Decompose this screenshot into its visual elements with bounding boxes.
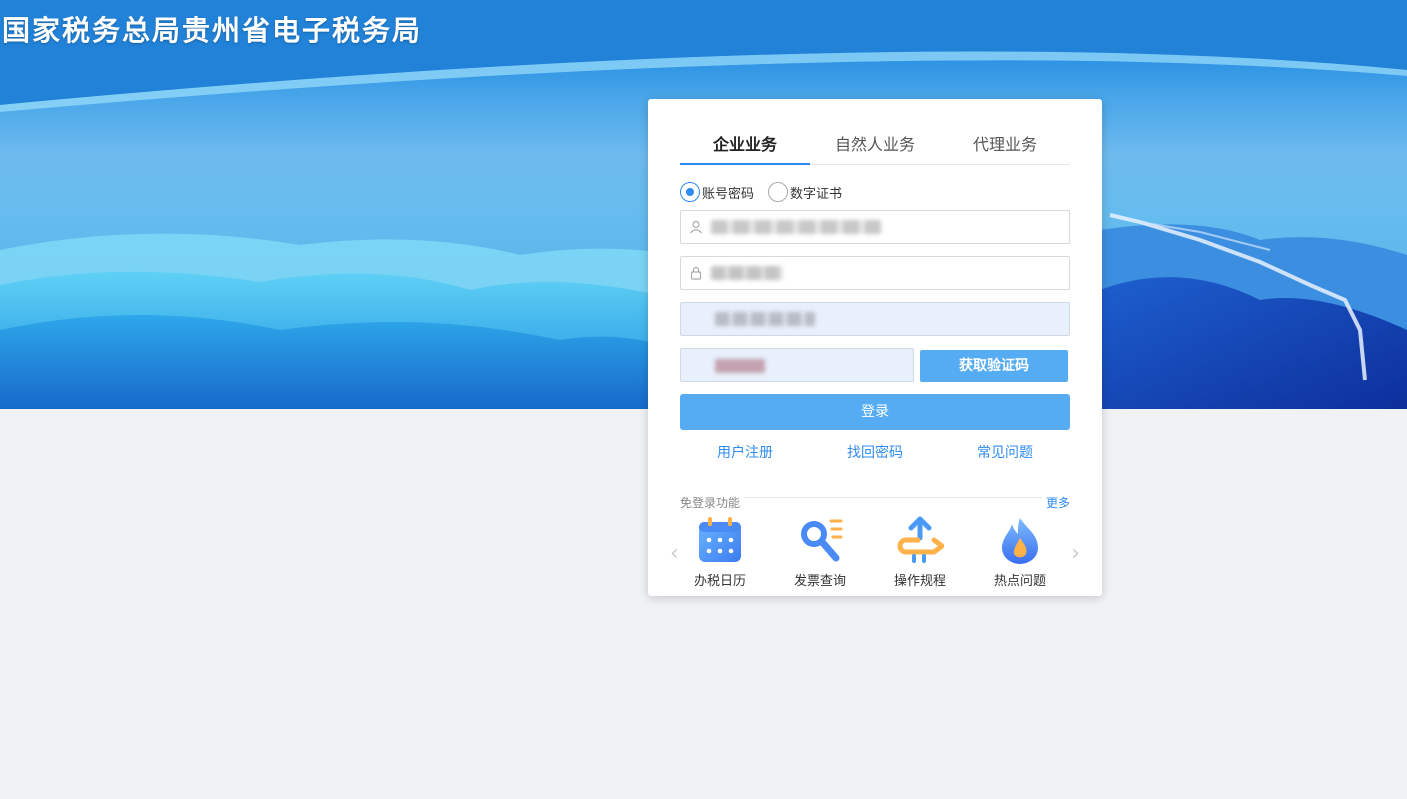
chevron-left-icon[interactable]: ‹ bbox=[670, 543, 679, 565]
tab-enterprise[interactable]: 企业业务 bbox=[680, 127, 810, 165]
get-sms-code-button[interactable]: 获取验证码 bbox=[920, 350, 1068, 382]
tab-agent[interactable]: 代理业务 bbox=[940, 127, 1070, 164]
quick-item-procedures[interactable]: 操作规程 bbox=[880, 516, 960, 589]
login-links: 用户注册 找回密码 常见问题 bbox=[680, 442, 1070, 462]
user-icon bbox=[681, 220, 711, 234]
password-field[interactable] bbox=[680, 256, 1070, 290]
phone-field[interactable] bbox=[680, 302, 1070, 336]
free-functions-list: ‹ 办税日历 发票查询 操作规程 热点问题 › bbox=[670, 516, 1080, 589]
quick-item-label: 操作规程 bbox=[893, 574, 946, 589]
login-tabs: 企业业务 自然人业务 代理业务 bbox=[680, 127, 1070, 165]
calendar-icon bbox=[699, 517, 741, 562]
free-functions-title: 免登录功能 bbox=[680, 494, 745, 511]
phone-value-redacted bbox=[715, 312, 815, 326]
account-value-redacted bbox=[711, 220, 881, 234]
invoice-search-icon bbox=[801, 519, 843, 562]
quick-item-tax-calendar[interactable]: 办税日历 bbox=[680, 516, 760, 589]
account-field[interactable] bbox=[680, 210, 1070, 244]
quick-item-invoice-query[interactable]: 发票查询 bbox=[780, 516, 860, 589]
quick-item-label: 发票查询 bbox=[793, 574, 846, 589]
chevron-right-icon[interactable]: › bbox=[1071, 543, 1080, 565]
forgot-password-link[interactable]: 找回密码 bbox=[847, 442, 903, 462]
login-panel: 企业业务 自然人业务 代理业务 账号密码 数字证书 获取验证码 登录 用户注册 … bbox=[648, 99, 1102, 596]
radio-digital-certificate[interactable]: 数字证书 bbox=[768, 182, 842, 202]
radio-label-account-password: 账号密码 bbox=[702, 186, 755, 202]
tab-individual[interactable]: 自然人业务 bbox=[810, 127, 940, 164]
free-functions-divider: 免登录功能 更多 bbox=[680, 494, 1070, 511]
radio-account-password[interactable]: 账号密码 bbox=[680, 182, 754, 202]
lock-icon bbox=[681, 266, 711, 280]
site-title: 国家税务总局贵州省电子税务局 bbox=[2, 14, 423, 47]
radio-selected-icon bbox=[680, 182, 700, 202]
radio-unselected-icon bbox=[768, 182, 789, 202]
procedure-icon bbox=[897, 516, 944, 563]
quick-item-label: 办税日历 bbox=[693, 574, 746, 589]
quick-item-label: 热点问题 bbox=[993, 574, 1046, 589]
quick-item-hot-issues[interactable]: 热点问题 bbox=[980, 516, 1060, 589]
login-mode-group: 账号密码 数字证书 bbox=[680, 181, 856, 203]
more-link[interactable]: 更多 bbox=[1041, 494, 1070, 511]
login-button[interactable]: 登录 bbox=[680, 394, 1070, 430]
flame-icon bbox=[1002, 518, 1038, 564]
radio-label-digital-certificate: 数字证书 bbox=[790, 186, 843, 202]
register-link[interactable]: 用户注册 bbox=[717, 442, 773, 462]
faq-link[interactable]: 常见问题 bbox=[977, 442, 1033, 462]
sms-code-value-redacted bbox=[715, 359, 765, 373]
password-value-redacted bbox=[711, 266, 783, 280]
sms-code-field[interactable] bbox=[680, 348, 914, 382]
